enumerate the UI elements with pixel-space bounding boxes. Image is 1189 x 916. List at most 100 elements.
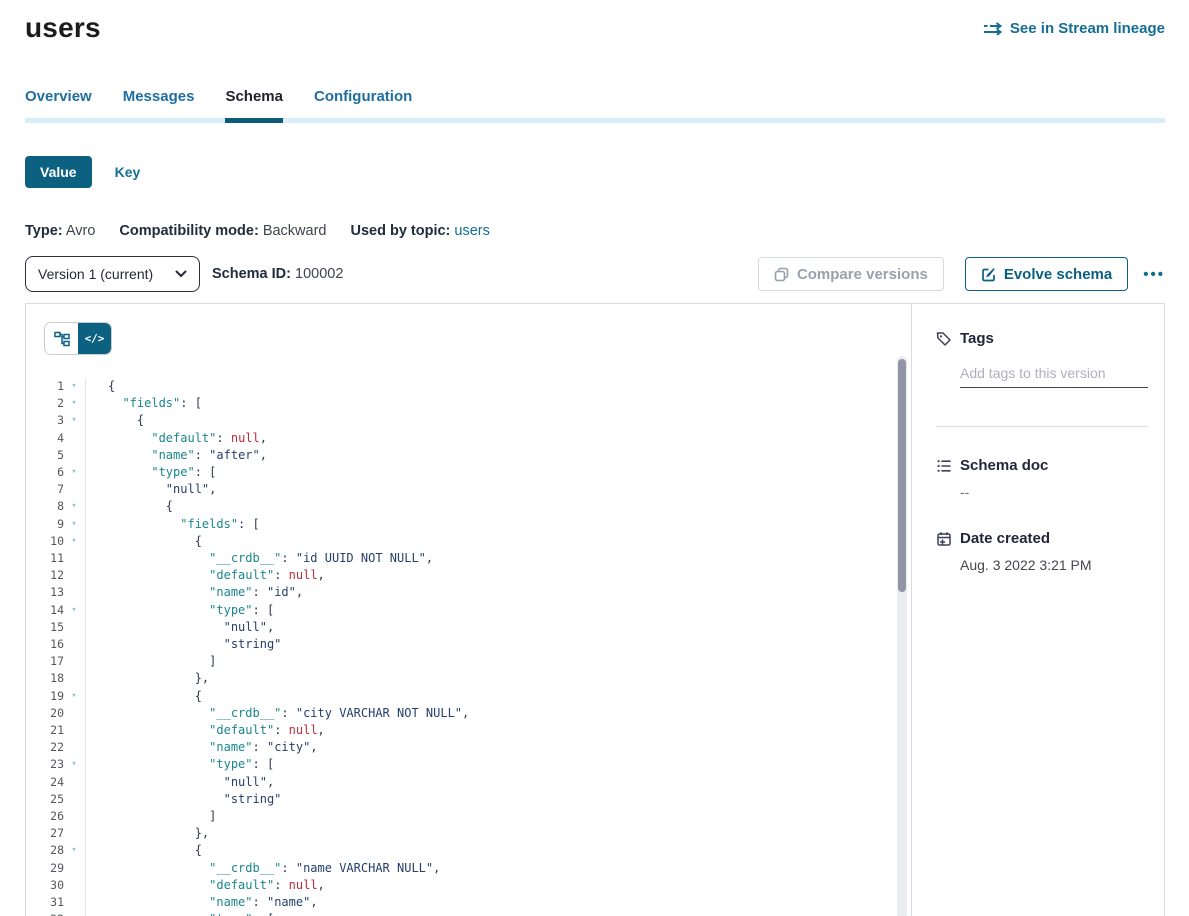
tab-bar: Overview Messages Schema Configuration <box>25 88 1165 123</box>
code-line: 6▾ "type": [ <box>26 464 911 481</box>
fold-spacer <box>66 739 82 756</box>
schema-id-value: 100002 <box>295 266 343 282</box>
code-line: 13 "name": "id", <box>26 584 911 601</box>
fold-arrow-icon[interactable]: ▾ <box>66 533 82 550</box>
code-text: "type": [ <box>85 911 274 916</box>
more-options-button[interactable]: ••• <box>1143 267 1165 282</box>
schema-type: Type: Avro <box>25 223 95 239</box>
tab-overview[interactable]: Overview <box>25 88 92 118</box>
fold-arrow-icon[interactable]: ▾ <box>66 842 82 859</box>
code-line: 25 "string" <box>26 791 911 808</box>
code-line: 31 "name": "name", <box>26 894 911 911</box>
code-text: "__crdb__": "name VARCHAR NULL", <box>85 860 440 877</box>
schema-id: Schema ID: 100002 <box>212 266 343 282</box>
code-text: { <box>85 412 144 429</box>
code-line: 10▾ { <box>26 533 911 550</box>
fold-arrow-icon[interactable]: ▾ <box>66 412 82 429</box>
line-number: 25 <box>26 791 64 808</box>
code-text: "default": null, <box>85 722 325 739</box>
date-created-value: Aug. 3 2022 3:21 PM <box>960 557 1148 573</box>
compat-label: Compatibility mode: <box>119 223 258 239</box>
fold-arrow-icon[interactable]: ▾ <box>66 378 82 395</box>
line-number: 11 <box>26 550 64 567</box>
compare-icon <box>774 267 789 282</box>
code-text: { <box>85 378 115 395</box>
date-created-heading: Date created <box>960 530 1050 547</box>
line-number: 15 <box>26 619 64 636</box>
code-text: "type": [ <box>85 756 274 773</box>
line-number: 32 <box>26 911 64 916</box>
code-line: 22 "name": "city", <box>26 739 911 756</box>
code-text: { <box>85 688 202 705</box>
fold-spacer <box>66 791 82 808</box>
fold-spacer <box>66 653 82 670</box>
topbar: users See in Stream lineage <box>0 0 1189 44</box>
schema-doc-heading: Schema doc <box>960 457 1048 474</box>
editor-scrollbar-thumb[interactable] <box>898 359 906 592</box>
evolve-schema-button[interactable]: Evolve schema <box>965 257 1128 291</box>
code-text: "name": "name", <box>85 894 318 911</box>
code-line: 11 "__crdb__": "id UUID NOT NULL", <box>26 550 911 567</box>
tree-view-icon <box>54 331 70 347</box>
value-toggle-button[interactable]: Value <box>25 156 92 188</box>
fold-arrow-icon[interactable]: ▾ <box>66 688 82 705</box>
tab-configuration[interactable]: Configuration <box>314 88 412 118</box>
editor-scrollbar-track[interactable] <box>897 356 907 916</box>
line-number: 20 <box>26 705 64 722</box>
line-number: 2 <box>26 395 64 412</box>
code-text: "type": [ <box>85 464 216 481</box>
schema-page: users See in Stream lineage Overview <box>0 0 1189 916</box>
fold-arrow-icon[interactable]: ▾ <box>66 464 82 481</box>
code-view-icon: </> <box>85 332 105 345</box>
schema-sidebar: Tags <box>912 304 1164 916</box>
key-toggle-link[interactable]: Key <box>115 164 141 180</box>
version-actions: Compare versions Evolve schema ••• <box>758 257 1165 291</box>
fold-spacer <box>66 636 82 653</box>
fold-spacer <box>66 430 82 447</box>
fold-spacer <box>66 447 82 464</box>
schema-doc-icon <box>936 458 952 474</box>
sidebar-divider <box>936 426 1148 427</box>
fold-arrow-icon[interactable]: ▾ <box>66 498 82 515</box>
stream-lineage-link[interactable]: See in Stream lineage <box>984 20 1165 37</box>
line-number: 3 <box>26 412 64 429</box>
tab-schema[interactable]: Schema <box>225 88 283 123</box>
schema-id-label: Schema ID: <box>212 266 291 282</box>
code-line: 4 "default": null, <box>26 430 911 447</box>
topic-link[interactable]: users <box>454 223 489 239</box>
fold-arrow-icon[interactable]: ▾ <box>66 756 82 773</box>
code-text: "null", <box>85 481 216 498</box>
tab-messages[interactable]: Messages <box>123 88 195 118</box>
line-number: 24 <box>26 774 64 791</box>
line-number: 22 <box>26 739 64 756</box>
add-tags-input[interactable] <box>960 361 1148 388</box>
line-number: 21 <box>26 722 64 739</box>
code-line: 21 "default": null, <box>26 722 911 739</box>
line-number: 27 <box>26 825 64 842</box>
code-view-button[interactable]: </> <box>78 323 111 354</box>
version-select[interactable]: Version 1 (current) <box>25 256 200 292</box>
code-line: 20 "__crdb__": "city VARCHAR NOT NULL", <box>26 705 911 722</box>
line-number: 13 <box>26 584 64 601</box>
code-text: ] <box>85 808 216 825</box>
compat-value: Backward <box>263 223 327 239</box>
compare-label: Compare versions <box>797 266 928 283</box>
tree-view-button[interactable] <box>45 323 78 354</box>
code-line: 15 "null", <box>26 619 911 636</box>
fold-spacer <box>66 860 82 877</box>
line-number: 5 <box>26 447 64 464</box>
line-number: 12 <box>26 567 64 584</box>
line-number: 18 <box>26 670 64 687</box>
line-number: 6 <box>26 464 64 481</box>
code-line: 17 ] <box>26 653 911 670</box>
compare-versions-button[interactable]: Compare versions <box>758 257 944 291</box>
fold-arrow-icon[interactable]: ▾ <box>66 602 82 619</box>
fold-arrow-icon[interactable]: ▾ <box>66 516 82 533</box>
fold-arrow-icon[interactable]: ▾ <box>66 911 82 916</box>
topic-label: Used by topic: <box>350 223 450 239</box>
code-line: 19▾ { <box>26 688 911 705</box>
fold-arrow-icon[interactable]: ▾ <box>66 395 82 412</box>
used-by-topic: Used by topic: users <box>350 223 489 239</box>
line-number: 1 <box>26 378 64 395</box>
line-number: 17 <box>26 653 64 670</box>
